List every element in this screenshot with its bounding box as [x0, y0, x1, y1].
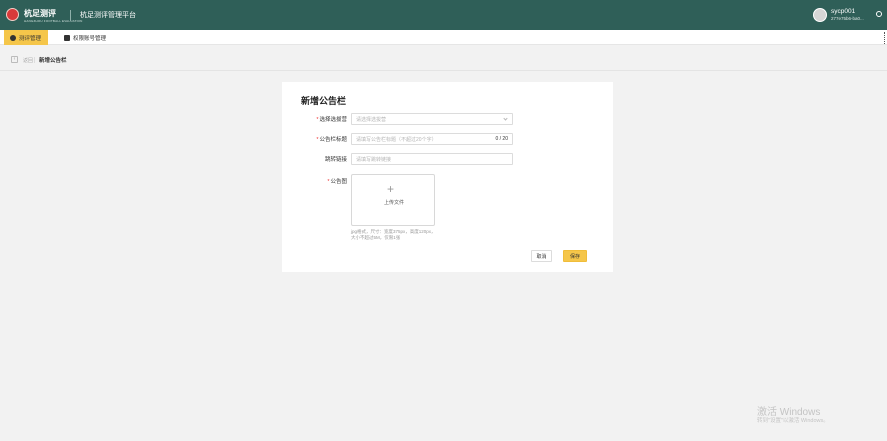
logout-icon[interactable] [876, 11, 882, 17]
user-id: 277e75b6-ba0... [831, 16, 864, 21]
platform-title: 杭足测评管理平台 [80, 12, 136, 19]
tab-account-management[interactable]: 权限账号管理 [58, 30, 118, 45]
breadcrumb-divider [34, 57, 35, 63]
logo-text: 杭足测评 [24, 9, 56, 18]
tab-label: 测评管理 [19, 35, 42, 42]
title-input[interactable]: 请填写公告栏标题（不超过20个字） 0 / 20 [351, 133, 513, 145]
page-title: 新增公告栏 [39, 58, 67, 64]
watermark-subtitle: 转到"设置"以激活 Windows。 [757, 418, 829, 424]
link-input[interactable]: 请填写跳转链接 [351, 153, 513, 165]
logo-icon [6, 8, 19, 21]
tab-evaluation-management[interactable]: 测评管理 [4, 30, 48, 45]
back-arrow-icon[interactable]: ‹ [11, 56, 18, 63]
menu-tab-bar: 测评管理 权限账号管理 [0, 30, 887, 45]
upload-hint: jpg格式，尺寸：宽度375px，高度120px， 大小不超过5M，仅限1张 [351, 229, 436, 240]
logo-subtext: HANGZHOU FOOTBALL EVALUATION [24, 19, 83, 23]
link-label: 跳转链接 [324, 157, 347, 163]
account-icon [64, 34, 70, 41]
logo-divider [70, 10, 71, 21]
back-button[interactable]: 返回 [23, 57, 33, 64]
cancel-button[interactable]: 取消 [531, 250, 552, 262]
save-button[interactable]: 保存 [563, 250, 587, 262]
upload-label: 上传文件 [383, 200, 404, 206]
user-avatar[interactable] [813, 8, 827, 22]
user-name[interactable]: sycp001 [831, 8, 855, 15]
breadcrumb-underline [0, 70, 887, 71]
chevron-down-icon [503, 116, 508, 121]
tab-label: 权限账号管理 [73, 35, 107, 42]
form-card: 新增公告栏 *选择选拔营 请选择选拔营 *公告栏标题 请填写公告栏标题（不超过2… [282, 82, 613, 272]
char-counter: 0 / 20 [495, 136, 508, 142]
upload-area[interactable]: + 上传文件 [351, 174, 435, 226]
title-label: *公告栏标题 [316, 137, 347, 143]
scroll-handle[interactable] [884, 32, 886, 44]
plus-icon: + [387, 182, 395, 196]
gear-icon [10, 34, 16, 41]
venue-label: *选择选拔营 [316, 117, 347, 123]
top-navigation-bar: 杭足测评 HANGZHOU FOOTBALL EVALUATION 杭足测评管理… [0, 0, 887, 30]
image-label: *公告图 [327, 179, 347, 185]
venue-select[interactable]: 请选择选拔营 [351, 113, 513, 125]
form-title: 新增公告栏 [301, 96, 347, 106]
